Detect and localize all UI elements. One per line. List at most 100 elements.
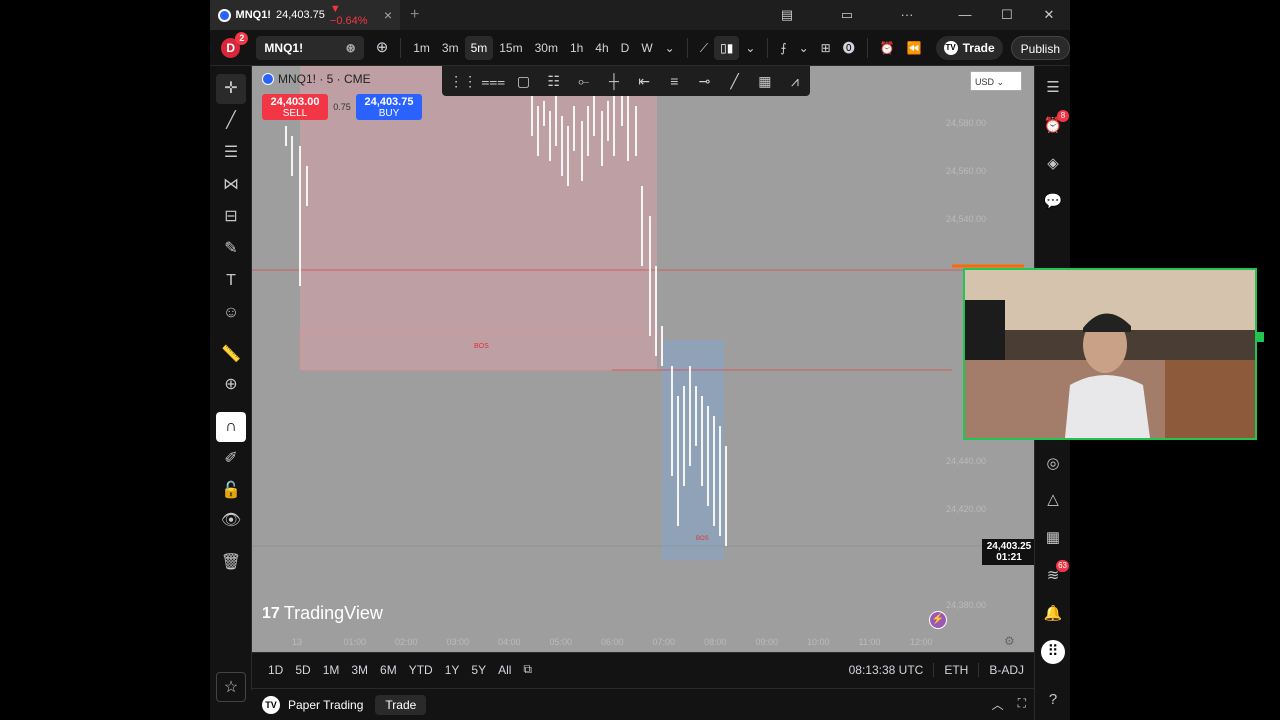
templates-icon[interactable]: ⊞ [815, 36, 837, 60]
chevron-down-icon[interactable]: ⌄ [659, 36, 681, 60]
ruler-icon[interactable]: 📏 [216, 340, 246, 370]
range-5D[interactable]: 5D [289, 663, 316, 677]
adjust-button[interactable]: B-ADJ [978, 662, 1034, 677]
footer-trade-button[interactable]: Trade [375, 694, 427, 715]
trendline-icon[interactable]: ╱ [216, 106, 246, 136]
range-YTD[interactable]: YTD [403, 663, 439, 677]
grid-icon[interactable]: ▦ [750, 73, 780, 90]
minimize-button[interactable]: — [944, 7, 986, 23]
lock-icon[interactable]: 🔓 [216, 476, 246, 506]
browser-tab[interactable]: MNQ1! 24,403.75 ▼ −0.64% × [210, 0, 400, 30]
magnet-icon[interactable]: ∩ [216, 412, 246, 442]
range-6M[interactable]: 6M [374, 663, 403, 677]
stay-drawing-icon[interactable]: ✐ [216, 444, 246, 474]
ray-icon[interactable]: ⟜ [569, 73, 599, 90]
layout-icon[interactable]: ▭ [826, 7, 868, 23]
price-chart[interactable]: BOS BOS [252, 66, 1034, 652]
more-icon[interactable]: ··· [886, 7, 928, 23]
range-3M[interactable]: 3M [345, 663, 374, 677]
range-5Y[interactable]: 5Y [465, 663, 492, 677]
avatar[interactable]: D 2 [221, 31, 249, 58]
emoji-icon[interactable]: ☺ [216, 298, 246, 328]
alert-icon[interactable]: ⓿ [837, 36, 861, 60]
range-1Y[interactable]: 1Y [439, 663, 466, 677]
pattern-icon[interactable]: ⋈ [216, 170, 246, 200]
interval-30m[interactable]: 30m [529, 36, 564, 60]
layers-icon[interactable]: ◈ [1041, 152, 1065, 176]
bell-icon[interactable]: 🔔 [1041, 602, 1065, 626]
chevron-down-icon[interactable]: ⌄ [739, 36, 761, 60]
zigzag-icon[interactable]: ⩘ [780, 73, 810, 90]
rectangle-icon[interactable]: ▢ [508, 73, 538, 90]
hray-icon[interactable]: ⊸ [689, 73, 719, 90]
line-chart-icon[interactable]: ⟋ [694, 36, 714, 60]
chart-pane[interactable]: BOS BOS MNQ1! · 5 · CME 24,403.00 SELL 0… [252, 66, 1034, 652]
clock[interactable]: 08:13:38 UTC [839, 663, 934, 677]
chart-icon[interactable]: ▤ [766, 7, 808, 23]
tab-close-icon[interactable]: × [384, 7, 392, 23]
alert-clock-icon[interactable]: ⏰ [874, 36, 901, 60]
settings-icon[interactable]: ⚙ [1004, 634, 1015, 648]
interval-5m[interactable]: 5m [464, 35, 494, 60]
buy-button[interactable]: 24,403.75 BUY [356, 94, 422, 120]
interval-15m[interactable]: 15m [493, 36, 528, 60]
trade-button[interactable]: TV Trade [935, 35, 1003, 60]
maximize-button[interactable]: ☐ [986, 7, 1028, 23]
symbol-search[interactable]: MNQ1! ⊛ [256, 35, 364, 60]
interval-1h[interactable]: 1h [564, 36, 589, 60]
fib-icon[interactable]: ☷ [539, 73, 569, 90]
trendline-icon[interactable]: ╱ [720, 73, 750, 90]
currency-label: USD [975, 77, 995, 87]
range-All[interactable]: All [492, 663, 517, 677]
hlines-icon[interactable]: ≡ [659, 73, 689, 89]
interval-4h[interactable]: 4h [589, 36, 614, 60]
new-tab-button[interactable]: + [410, 6, 419, 24]
chevron-up-icon[interactable]: ︿ [992, 696, 1004, 713]
price-tick: 24,560.00 [945, 166, 986, 176]
apps-grid-icon[interactable]: ⠿ [1041, 640, 1065, 664]
zoom-in-icon[interactable]: ⊕ [216, 370, 246, 400]
eye-icon[interactable]: 👁 [216, 506, 246, 536]
paper-trading-label[interactable]: Paper Trading [288, 698, 363, 712]
arrow-left-icon[interactable]: ⇤ [629, 73, 659, 90]
alerts-icon[interactable]: ⏰ 8 [1041, 110, 1069, 138]
range-1M[interactable]: 1M [317, 663, 346, 677]
replay-icon[interactable]: ⏪ [901, 36, 928, 60]
crosshair-icon[interactable]: ✛ [216, 74, 246, 104]
trash-icon[interactable]: 🗑 [216, 548, 246, 578]
compare-plus-icon[interactable]: ⊕ [370, 36, 395, 60]
indicators-icon[interactable]: ⨍ [774, 36, 792, 60]
chevron-down-icon[interactable]: ⌄ [793, 36, 815, 60]
interval-D[interactable]: D [615, 36, 636, 60]
calendar-icon[interactable]: ▦ [1041, 526, 1065, 550]
date-range-icon[interactable]: ⧉ [517, 662, 538, 677]
interval-1m[interactable]: 1m [407, 36, 436, 60]
range-1D[interactable]: 1D [262, 663, 289, 677]
lines-icon[interactable]: ⩶ [478, 73, 508, 90]
sell-button[interactable]: 24,403.00 SELL [262, 94, 328, 120]
watchlist-icon[interactable]: ☰ [1041, 76, 1065, 100]
candles-icon[interactable]: ▯▮ [714, 35, 740, 60]
text-icon[interactable]: T [216, 266, 246, 296]
feed-icon[interactable]: ≋ 63 [1041, 560, 1069, 588]
interval-3m[interactable]: 3m [436, 36, 465, 60]
maximize-panel-icon[interactable]: ⛶ [1018, 696, 1026, 713]
star-icon[interactable]: ☆ [216, 672, 246, 702]
drag-handle-icon[interactable]: ⋮⋮ [448, 73, 478, 90]
target-icon[interactable]: ◎ [1041, 452, 1065, 476]
session-button[interactable]: ETH [933, 662, 978, 677]
symbol-options-icon[interactable]: ⊛ [346, 41, 356, 55]
pyramid-icon[interactable]: △ [1041, 488, 1065, 512]
publish-button[interactable]: Publish [1010, 35, 1070, 60]
close-window-button[interactable]: ✕ [1028, 7, 1070, 23]
chat-icon[interactable]: 💬 [1041, 190, 1065, 214]
help-icon[interactable]: ? [1041, 688, 1065, 712]
overlay-handle[interactable] [1256, 332, 1264, 342]
horizontal-lines-icon[interactable]: ☰ [216, 138, 246, 168]
currency-select[interactable]: USD ⌄ [970, 71, 1022, 91]
vertical-line-icon[interactable]: ┼ [599, 73, 629, 89]
brush-icon[interactable]: ✎ [216, 234, 246, 264]
forecast-icon[interactable]: ⊟ [216, 202, 246, 232]
lightning-icon[interactable]: ⚡ [929, 611, 947, 629]
interval-W[interactable]: W [635, 36, 658, 60]
